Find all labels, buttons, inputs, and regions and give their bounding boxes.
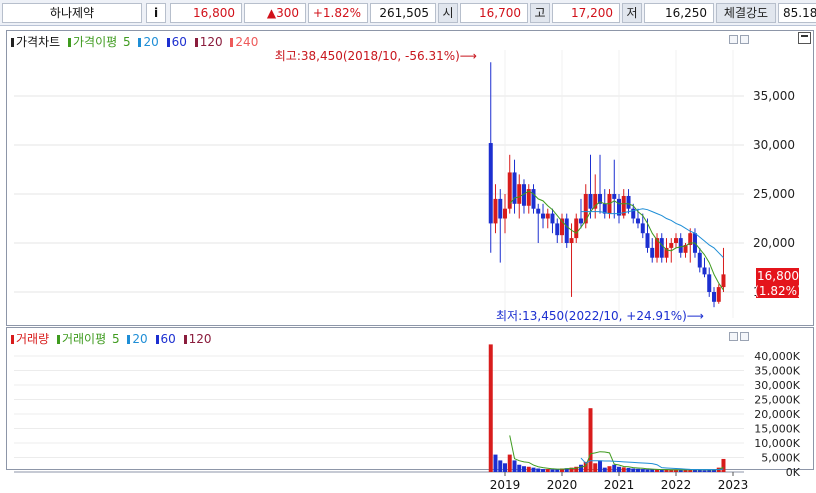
open-price: 16,700 — [460, 3, 528, 23]
vma-period-60: 60 — [160, 332, 176, 346]
change-percent: +1.82% — [308, 3, 368, 23]
open-label: 시 — [438, 3, 458, 23]
ma-period-5: 5 — [123, 35, 131, 49]
volume-bar — [674, 469, 678, 472]
volume-bar — [697, 469, 702, 472]
x-tick-label: 2019 — [490, 478, 521, 492]
vma-legend-item: 거래이평 5 — [56, 332, 122, 346]
stock-name-field[interactable]: 하나제약 — [2, 3, 142, 23]
current-price: 16,800 — [170, 3, 242, 23]
volume-bar — [707, 469, 712, 472]
ma-legend-item: 60 — [166, 35, 189, 49]
vma-legend-item: 60 — [155, 332, 178, 346]
volume-bar — [683, 469, 688, 472]
volume-ma-label: 거래이평 — [61, 332, 107, 346]
volume-legend: 거래량 거래이평 5 20 60 120 — [11, 330, 216, 347]
price-legend: 가격차트 가격이평 5 20 60 120 240 — [11, 33, 262, 50]
info-button[interactable]: i — [146, 3, 166, 23]
volume-bar — [659, 469, 664, 472]
low-label: 저 — [622, 3, 642, 23]
x-tick-label: 2022 — [661, 478, 692, 492]
ma-period-240: 240 — [235, 35, 259, 49]
volume-bar — [702, 470, 707, 472]
volume-bar — [692, 469, 697, 472]
high-price: 17,200 — [552, 3, 620, 23]
maximize-icon[interactable] — [798, 32, 811, 44]
price-chart-label: 가격차트 — [16, 35, 61, 49]
ma-period-60: 60 — [171, 35, 187, 49]
high-label: 고 — [530, 3, 550, 23]
ma-period-120: 120 — [199, 35, 223, 49]
strength-label: 체결강도 — [716, 3, 776, 23]
price-panel-buttons — [727, 33, 749, 47]
ma-legend-item: 240 — [230, 35, 260, 49]
strength-value: 85.18 — [778, 3, 816, 23]
price-change: ▲300 — [244, 3, 306, 23]
vma-period-20: 20 — [132, 332, 148, 346]
minimize-icon[interactable] — [729, 332, 738, 341]
vma-period-120: 120 — [188, 332, 212, 346]
vma-legend-item: 120 — [183, 332, 214, 346]
volume-bar — [678, 469, 683, 472]
ma-period-20: 20 — [143, 35, 159, 49]
quote-bar: 하나제약 i 16,800 ▲300 +1.82% 261,505 시 16,7… — [0, 0, 816, 26]
close-icon[interactable] — [740, 332, 749, 341]
volume-chart-panel: 거래량 거래이평 5 20 60 120 — [6, 327, 814, 470]
vma-period-5: 5 — [111, 332, 120, 346]
price-chart-panel: 가격차트 가격이평 5 20 60 120 240 — [6, 30, 814, 326]
ma-legend-item: 120 — [194, 35, 225, 49]
volume-legend-item: 거래량 — [11, 332, 51, 346]
volume-bar — [664, 469, 669, 472]
volume-panel-buttons — [727, 330, 749, 344]
x-tick-label: 2023 — [718, 478, 749, 492]
ma-legend-item: 20 — [138, 35, 160, 49]
price-legend-item: 가격차트 — [11, 35, 62, 49]
close-icon[interactable] — [740, 35, 749, 44]
minimize-icon[interactable] — [729, 35, 738, 44]
price-ma-label: 가격이평 — [73, 35, 118, 49]
ma-legend-item: 가격이평 5 — [68, 35, 133, 49]
low-price: 16,250 — [644, 3, 714, 23]
volume-bar — [669, 469, 674, 472]
vma-legend-item: 20 — [127, 332, 149, 346]
x-tick-label: 2020 — [547, 478, 578, 492]
volume-chart-label: 거래량 — [16, 332, 50, 346]
x-tick-label: 2021 — [604, 478, 635, 492]
volume-bar — [655, 469, 660, 472]
trade-volume: 261,505 — [370, 3, 436, 23]
